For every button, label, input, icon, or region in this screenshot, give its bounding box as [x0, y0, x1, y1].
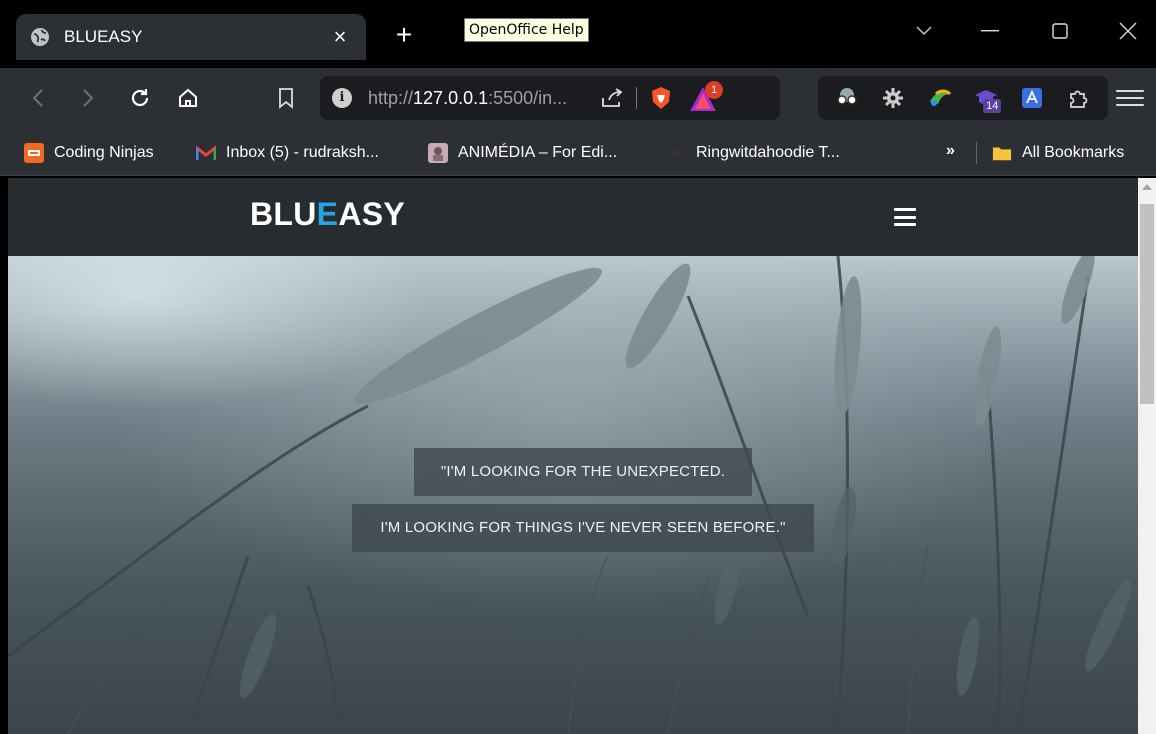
hero-quote-line-1: "I'M LOOKING FOR THE UNEXPECTED. — [414, 448, 752, 496]
share-icon[interactable] — [598, 84, 626, 112]
title-bar: BLUEASY × + OpenOffice Help — [0, 0, 1156, 68]
extensions-bar: 14 — [818, 76, 1108, 120]
back-icon[interactable] — [22, 82, 54, 114]
bookmark-icon[interactable] — [270, 82, 302, 114]
new-tab-button[interactable]: + — [390, 21, 418, 50]
gear-extension-icon[interactable] — [880, 85, 906, 111]
bookmark-label: Ringwitdahoodie T... — [696, 144, 840, 161]
hero-quote-line-2: I'M LOOKING FOR THINGS I'VE NEVER SEEN B… — [352, 504, 814, 552]
rewards-badge: 1 — [705, 81, 723, 99]
bookmark-item-ringwitdahoodie[interactable]: Ringwitdahoodie T... — [666, 140, 840, 166]
all-bookmarks-label: All Bookmarks — [1022, 144, 1125, 161]
bookmarks-overflow-button[interactable]: » — [946, 142, 955, 160]
scrollbar-thumb[interactable] — [1140, 204, 1154, 404]
folder-icon — [992, 143, 1012, 163]
tab-close-icon[interactable]: × — [328, 26, 352, 48]
page-viewport: BLUEASY "I'M LOOKING FOR THE UNEXPECTED.… — [8, 178, 1138, 734]
hero-section: "I'M LOOKING FOR THE UNEXPECTED. I'M LOO… — [8, 256, 1138, 734]
spy-glasses-extension-icon[interactable] — [834, 85, 860, 111]
colorful-extension-icon[interactable] — [927, 85, 953, 111]
page-scrollbar[interactable] — [1138, 178, 1156, 734]
browser-tab[interactable]: BLUEASY × — [16, 14, 366, 60]
bookmark-label: Inbox (5) - rudraksh... — [226, 144, 379, 161]
bookmark-label: Coding Ninjas — [54, 144, 154, 161]
globe-icon — [30, 27, 50, 47]
hamburger-menu-icon[interactable] — [894, 208, 916, 226]
coding-ninjas-icon — [24, 143, 44, 163]
tooltip: OpenOffice Help — [464, 18, 589, 42]
browser-toolbar: i http://127.0.0.1:5500/in... 1 14 — [0, 68, 1156, 128]
forward-icon[interactable] — [72, 82, 104, 114]
bookmark-label: ANIMÉDIA – For Edi... — [458, 144, 618, 161]
brave-rewards-icon[interactable]: 1 — [689, 81, 723, 113]
graduation-cap-extension-icon[interactable]: 14 — [973, 85, 1002, 113]
extension-count-badge: 14 — [983, 99, 1002, 113]
bookmarks-bar: Coding Ninjas Inbox (5) - rudraksh... AN… — [0, 128, 1156, 176]
tab-title: BLUEASY — [64, 27, 143, 46]
tab-search-chevron-icon[interactable] — [904, 14, 944, 48]
address-bar[interactable]: i http://127.0.0.1:5500/in... 1 — [320, 76, 780, 120]
site-navbar: BLUEASY — [8, 178, 1138, 256]
url-text[interactable]: http://127.0.0.1:5500/in... — [368, 88, 590, 109]
bookmark-item-coding-ninjas[interactable]: Coding Ninjas — [24, 140, 154, 166]
reload-icon[interactable] — [124, 82, 156, 114]
site-logo[interactable]: BLUEASY — [250, 196, 405, 233]
main-menu-icon[interactable] — [1116, 82, 1144, 114]
scroll-up-arrow-icon[interactable] — [1142, 184, 1152, 190]
brave-shields-icon[interactable] — [647, 84, 675, 112]
maximize-button[interactable] — [1040, 14, 1080, 48]
animedia-icon — [428, 143, 448, 163]
close-window-button[interactable] — [1108, 14, 1148, 48]
home-icon[interactable] — [172, 82, 204, 114]
extensions-puzzle-icon[interactable] — [1066, 85, 1092, 111]
url-separator — [636, 87, 637, 109]
bookmark-item-gmail[interactable]: Inbox (5) - rudraksh... — [196, 140, 379, 166]
translate-extension-icon[interactable] — [1019, 85, 1045, 111]
all-bookmarks-button[interactable]: All Bookmarks — [992, 140, 1124, 166]
site-info-icon[interactable]: i — [332, 88, 352, 108]
ringwitdahoodie-icon — [666, 143, 686, 163]
gmail-icon — [196, 143, 216, 163]
bookmarks-separator — [976, 142, 977, 164]
bookmark-item-animedia[interactable]: ANIMÉDIA – For Edi... — [428, 140, 617, 166]
minimize-button[interactable] — [970, 14, 1010, 48]
